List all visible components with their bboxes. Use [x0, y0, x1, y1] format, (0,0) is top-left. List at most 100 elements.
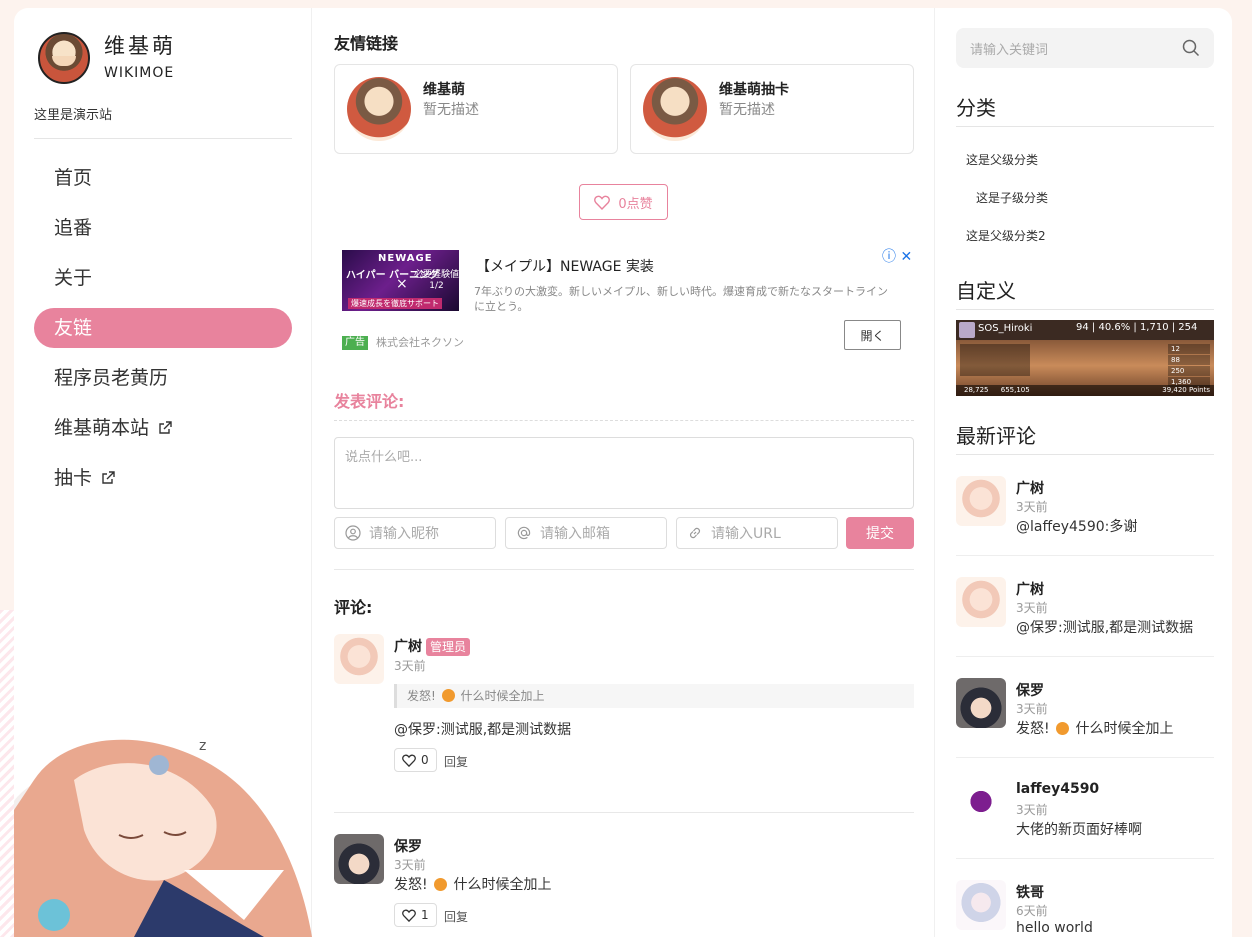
nav-item-main-site[interactable]: 维基萌本站 [34, 408, 292, 448]
psn-footer-value: 655,105 [1000, 386, 1030, 394]
comment-avatar[interactable] [334, 634, 384, 684]
psn-footer-value: 28,725 [964, 386, 989, 394]
external-link-icon [102, 471, 115, 484]
nav-item-home[interactable]: 首页 [34, 158, 292, 198]
site-logo [38, 32, 90, 84]
decorative-stripe [0, 610, 14, 937]
comment-time: 3天前 [1016, 601, 1048, 615]
nav-label: 抽卡 [54, 467, 93, 489]
divider [334, 569, 914, 570]
latest-comment-item[interactable]: 广树 3天前 @保罗:测试服,都是测试数据 [956, 577, 1214, 677]
comment-textarea[interactable]: 说点什么吧... [334, 437, 914, 509]
nickname-placeholder: 请输入昵称 [369, 526, 439, 542]
main-nav: 首页 追番 关于 友链 程序员老黄历 维基萌本站 抽卡 [34, 158, 292, 508]
nav-label: 维基萌本站 [54, 417, 150, 439]
search-input[interactable]: 请输入关键词 [956, 28, 1214, 68]
reply-button[interactable]: 回复 [444, 753, 468, 770]
ad-banner[interactable]: NEWAGE ハイパー バーニング × 必要経験値 1/2 爆速成長を徹底サポー… [342, 248, 916, 354]
comment-text-part: 发怒! [394, 877, 428, 893]
category-item[interactable]: 这是父级分类2 [966, 227, 1046, 244]
comment-avatar [956, 476, 1006, 526]
ad-image-bottom-text: 爆速成長を徹底サポート [348, 298, 442, 309]
nickname-input[interactable]: 请输入昵称 [334, 517, 496, 549]
site-subtitle: WIKIMOE [104, 65, 175, 81]
comment-author: 保罗 [1016, 683, 1044, 699]
comment-author: 广树 [1016, 481, 1044, 497]
left-sidebar: 维基萌 WIKIMOE 这里是演示站 首页 追番 关于 友链 程序员老黄历 维基… [14, 8, 312, 937]
comment-text: 发怒! 什么时候全加上 [394, 874, 552, 894]
friend-description: 暂无描述 [719, 102, 775, 118]
latest-comment-item[interactable]: 铁哥 6天前 hello world [956, 880, 1214, 937]
external-link-icon [159, 421, 172, 434]
main-content: 友情链接 维基萌 暂无描述 维基萌抽卡 暂无描述 0点赞 NEWAGE ハイパー… [312, 8, 935, 937]
comment-like-button[interactable]: 1 [394, 903, 437, 927]
comment-author[interactable]: 广树 管理员 [394, 636, 471, 656]
divider [956, 454, 1214, 455]
nav-label: 追番 [54, 217, 93, 239]
nav-item-gacha[interactable]: 抽卡 [34, 458, 292, 498]
ad-image-right-text: 必要経験値 1/2 [414, 270, 459, 291]
latest-comment-item[interactable]: 保罗 3天前 发怒! 什么时候全加上 [956, 678, 1214, 778]
psn-footer: 28,725 655,105 39,420 Points [956, 385, 1214, 396]
nav-item-almanac[interactable]: 程序员老黄历 [34, 358, 292, 398]
page-like-button[interactable]: 0点赞 [579, 184, 668, 220]
nav-item-anime[interactable]: 追番 [34, 208, 292, 248]
quote-text: 什么时候全加上 [460, 689, 545, 703]
divider [334, 420, 914, 421]
ad-image[interactable]: NEWAGE ハイパー バーニング × 必要経験値 1/2 爆速成長を徹底サポー… [342, 250, 459, 311]
like-count: 1 [421, 908, 429, 922]
nav-item-about[interactable]: 关于 [34, 258, 292, 298]
category-item[interactable]: 这是父级分类 [966, 151, 1038, 168]
friend-card[interactable]: 维基萌 暂无描述 [334, 64, 618, 154]
nav-label: 首页 [54, 167, 93, 189]
search-icon[interactable] [1182, 39, 1200, 57]
friend-name: 维基萌抽卡 [719, 82, 789, 98]
heart-icon [594, 195, 611, 210]
ad-close-icon[interactable]: ✕ [900, 249, 912, 265]
submit-button[interactable]: 提交 [846, 517, 914, 549]
right-sidebar: 请输入关键词 分类 这是父级分类 这是子级分类 这是父级分类2 自定义 SOS_… [935, 8, 1232, 937]
psn-count: 250 [1168, 366, 1210, 376]
search-placeholder: 请输入关键词 [970, 42, 1049, 58]
divider [34, 138, 292, 139]
nav-item-links[interactable]: 友链 [34, 308, 292, 348]
author-name: 广树 [394, 639, 422, 655]
psn-profile-card[interactable]: SOS_Hiroki 94 | 40.6% | 1,710 | 254 12 8… [956, 320, 1214, 396]
friend-card[interactable]: 维基萌抽卡 暂无描述 [630, 64, 914, 154]
category-item[interactable]: 这是子级分类 [976, 189, 1048, 206]
ad-info-icon[interactable]: ⓘ ✕ [882, 246, 912, 266]
comments-title: 评论: [334, 598, 373, 617]
comment-author[interactable]: 保罗 [394, 836, 422, 856]
ad-open-button[interactable]: 開く [844, 320, 901, 350]
psn-trophy-counts: 12 88 250 1,360 [1168, 344, 1210, 388]
divider [956, 656, 1214, 657]
comment-text: @保罗:测试服,都是测试数据 [394, 722, 572, 738]
psn-count: 12 [1168, 344, 1210, 354]
latest-comment-item[interactable]: laffey4590 3天前 大佬的新页面好棒啊 [956, 779, 1214, 879]
comment-time: 3天前 [394, 858, 426, 872]
comment-time: 3天前 [1016, 803, 1048, 817]
brand[interactable]: 维基萌 WIKIMOE [38, 30, 176, 86]
ad-tag: 广告 [342, 336, 368, 350]
angry-emoji-icon [1056, 722, 1070, 735]
angry-emoji-icon [434, 878, 448, 891]
ad-title[interactable]: 【メイプル】NEWAGE 実装 [476, 256, 654, 276]
psn-points: 39,420 Points [1162, 386, 1210, 394]
email-input[interactable]: 请输入邮箱 [505, 517, 667, 549]
comment-text: 发怒! 什么时候全加上 [1016, 718, 1174, 738]
comment-quote: 发怒! 什么时候全加上 [394, 684, 914, 708]
url-input[interactable]: 请输入URL [676, 517, 838, 549]
comment-text-part: 发怒! [1016, 721, 1050, 737]
comment-avatar [956, 678, 1006, 728]
comment-avatar[interactable] [334, 834, 384, 884]
comment-avatar [956, 779, 1006, 829]
friends-title: 友情链接 [334, 34, 399, 53]
categories-title: 分类 [956, 96, 996, 120]
ad-advertiser: 株式会社ネクソン [376, 336, 464, 349]
divider [334, 812, 914, 813]
like-count: 0点赞 [618, 196, 653, 212]
comment-like-button[interactable]: 0 [394, 748, 437, 772]
reply-button[interactable]: 回复 [444, 908, 468, 925]
quote-text: 发怒! [407, 689, 436, 703]
latest-comment-item[interactable]: 广树 3天前 @laffey4590:多谢 [956, 476, 1214, 576]
